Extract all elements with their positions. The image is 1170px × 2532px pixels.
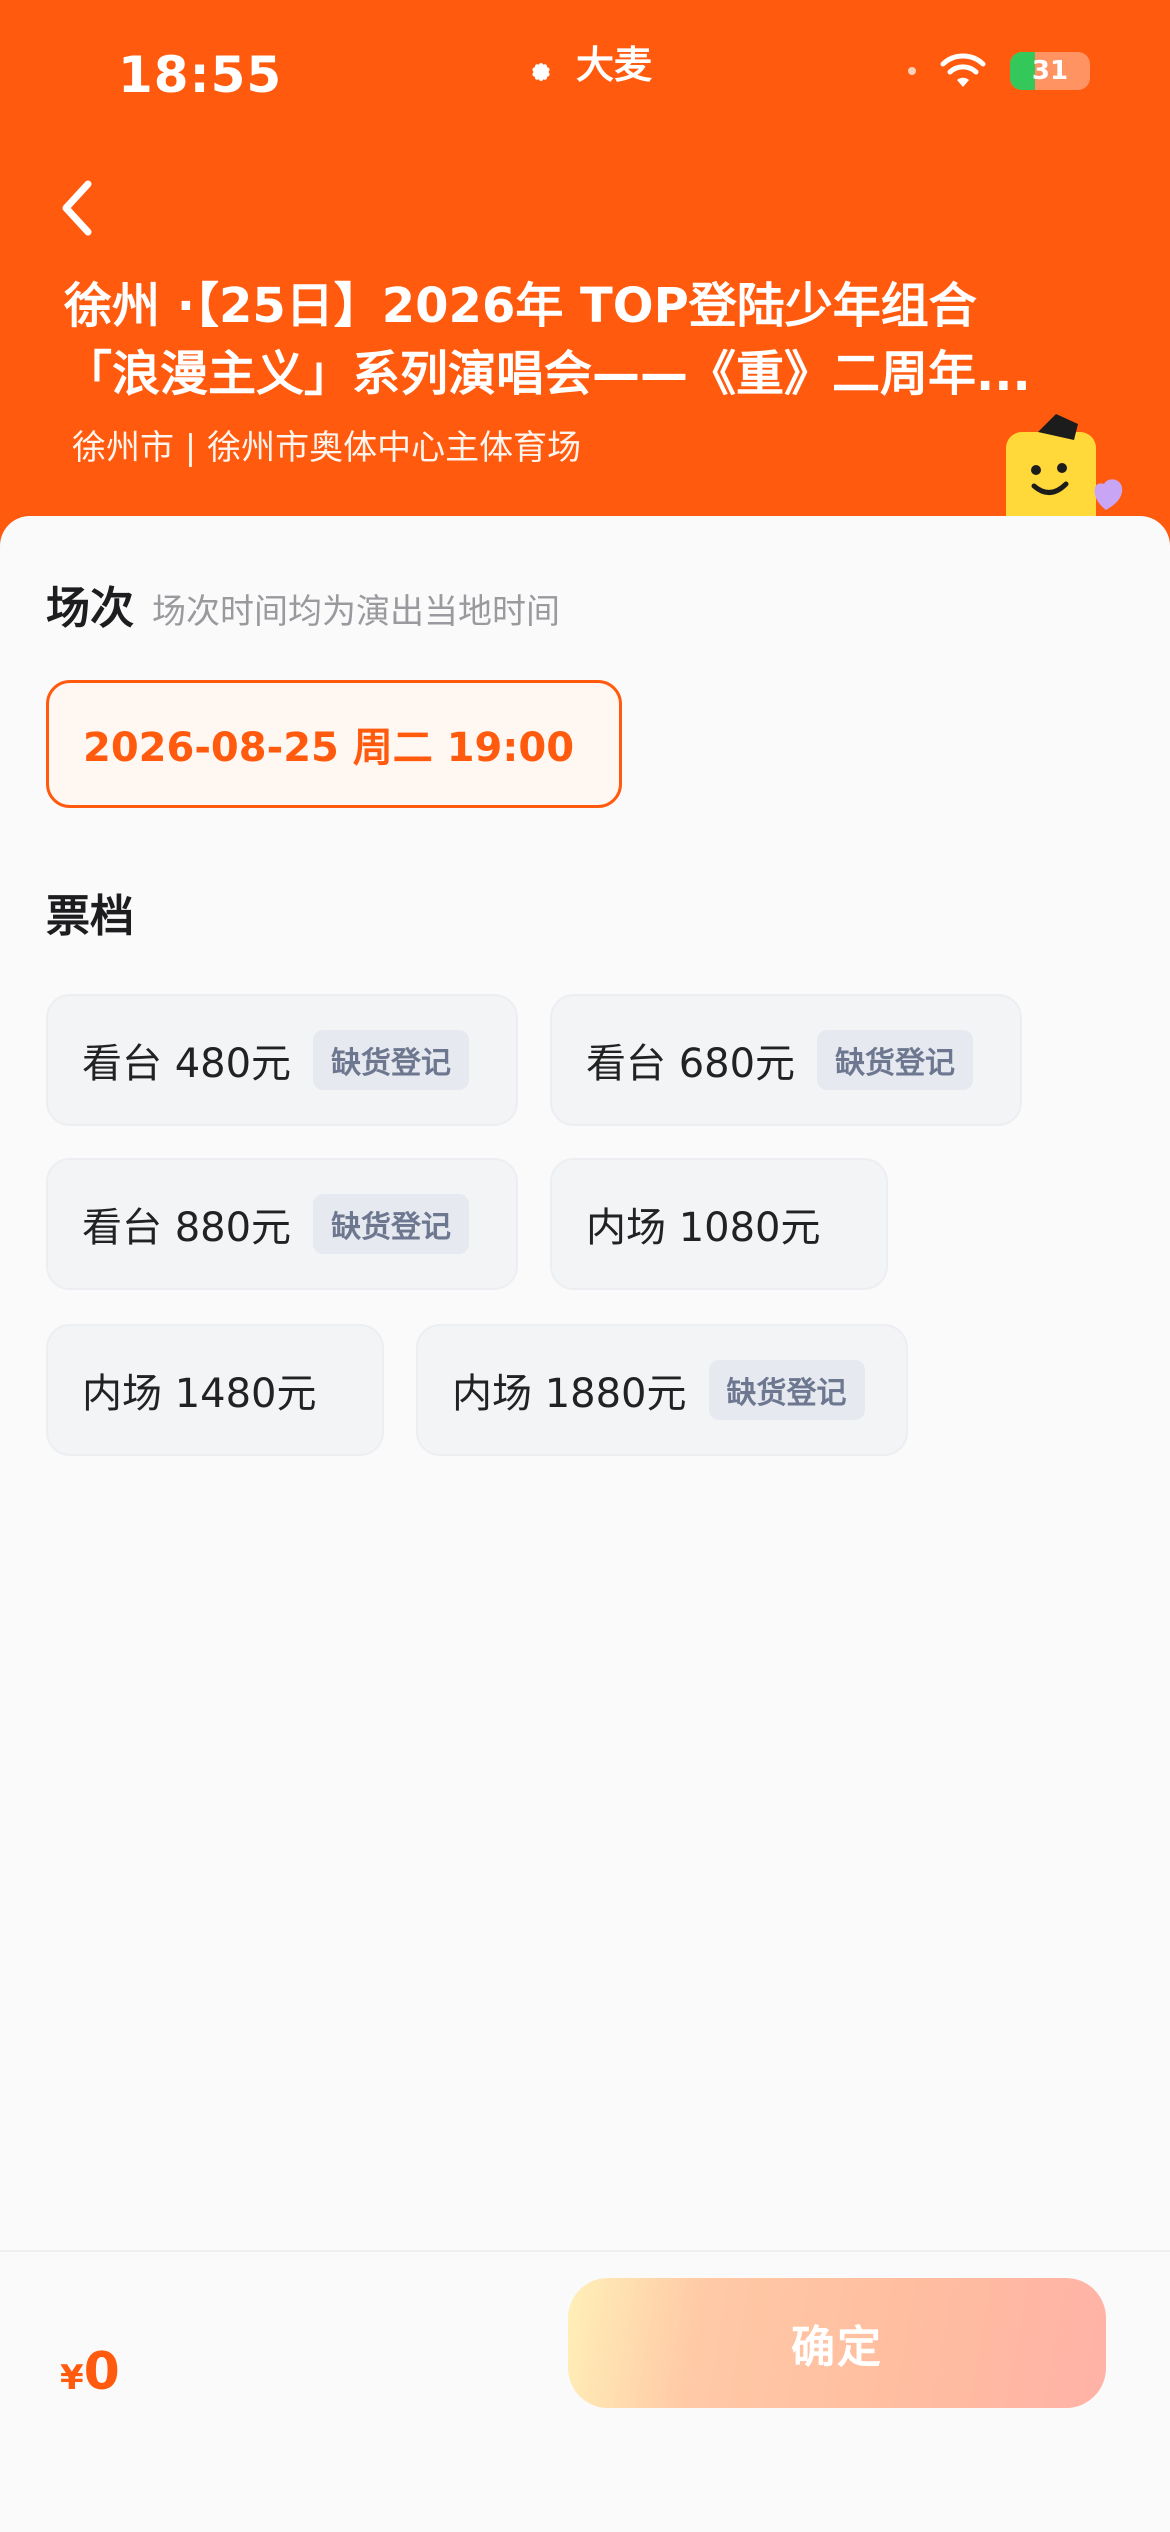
checkout-bar: ¥ 0 确定 [0,2250,1170,2532]
total-amount: 0 [83,2342,120,2402]
back-arrow-icon[interactable] [58,178,98,238]
out-of-stock-badge: 缺货登记 [313,1194,470,1254]
currency-symbol: ¥ [60,2358,84,2398]
tier-title: 票档 [46,891,134,942]
tier-option[interactable]: 看台 680元 缺货登记 [550,994,1022,1126]
brand-logo: 大麦 [516,34,652,89]
brand-name: 大麦 [576,43,653,87]
tier-option[interactable]: 内场 1480元 [46,1324,384,1456]
tier-option[interactable]: 看台 480元 缺货登记 [46,994,518,1126]
event-venue: 徐州市 | 徐州市奥体中心主体育场 [72,428,582,468]
session-option-selected[interactable]: 2026-08-25 周二 19:00 [46,680,622,808]
total-price: ¥ 0 [60,2342,120,2402]
out-of-stock-badge: 缺货登记 [313,1030,470,1090]
session-section-header: 场次 场次时间均为演出当地时间 [46,572,560,636]
tier-option[interactable]: 看台 880元 缺货登记 [46,1158,518,1290]
session-subtitle: 场次时间均为演出当地时间 [152,592,560,632]
event-header: 18:55 大麦 31 徐州 ·【25日】2026年 TOP登陆少年组合 「浪漫… [0,0,1170,560]
battery-level: 31 [1031,56,1069,86]
wifi-icon [940,53,986,87]
tier-label: 看台 680元 [586,1041,796,1087]
session-title: 场次 [46,583,134,634]
recording-dot-icon [908,67,916,75]
out-of-stock-badge: 缺货登记 [708,1360,865,1420]
tier-label: 看台 880元 [82,1205,292,1251]
ticket-selection-sheet: 场次 场次时间均为演出当地时间 2026-08-25 周二 19:00 票档 看… [0,516,1170,2532]
event-title-line-1: 徐州 ·【25日】2026年 TOP登陆少年组合 [64,278,977,334]
mascot-icon [1006,414,1123,526]
tier-option[interactable]: 内场 1880元 缺货登记 [416,1324,908,1456]
tier-label: 内场 1880元 [452,1371,687,1417]
out-of-stock-badge: 缺货登记 [817,1030,974,1090]
status-icons: 31 [908,52,1090,90]
tier-label: 内场 1080元 [586,1205,821,1251]
confirm-button[interactable]: 确定 [568,2278,1106,2408]
tier-label: 看台 480元 [82,1041,292,1087]
tier-section-header: 票档 [46,880,134,944]
damai-logo-icon [532,62,550,81]
event-title-line-2: 「浪漫主义」系列演唱会——《重》二周年... [64,346,1031,402]
status-time: 18:55 [118,46,283,104]
tier-label: 内场 1480元 [82,1371,317,1417]
tier-option[interactable]: 内场 1080元 [550,1158,888,1290]
battery-icon: 31 [1010,52,1090,90]
event-title: 徐州 ·【25日】2026年 TOP登陆少年组合 「浪漫主义」系列演唱会——《重… [64,272,1094,408]
